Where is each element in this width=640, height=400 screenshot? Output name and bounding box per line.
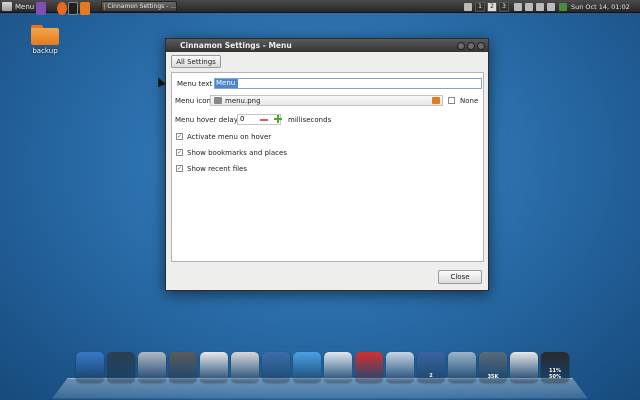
clock[interactable]: Sun Oct 14, 01:02 [571,0,630,13]
network-icon[interactable] [386,352,414,382]
settings-window-icon [104,3,106,10]
preview-icon[interactable] [262,352,290,382]
menu-label: Menu [15,2,35,11]
taskbar-window-button[interactable]: Cinnamon Settings - ... [101,1,177,12]
files-icon[interactable] [80,1,90,15]
workspace-label: 1 [478,3,482,10]
show-bookmarks-checkbox[interactable]: ✓ [176,149,183,156]
hover-delay-unit: milliseconds [288,116,332,124]
network-tray-icon[interactable] [525,2,533,11]
activate-on-hover-label: Activate menu on hover [187,133,272,141]
workspace-badge: 2 [429,373,433,379]
workspace-2[interactable]: 2 [487,1,497,12]
text-editor-icon[interactable] [200,352,228,382]
maximize-icon[interactable] [467,42,475,50]
menu-icon [2,2,12,11]
workspace-1[interactable]: 1 [475,1,485,12]
safari-icon[interactable] [293,352,321,382]
keyboard-icon[interactable] [514,2,522,11]
menu-icon-chooser[interactable]: menu.png [210,95,443,106]
workspace-label: 3 [502,3,506,10]
menu-button[interactable]: Menu [2,0,34,13]
dock: 2 35K 11% 50% [76,352,586,386]
workspace-switcher-icon[interactable]: 2 [417,352,445,382]
image-file-icon [214,97,222,104]
settings-panel: Menu text Menu Menu icon menu.png None M… [171,72,484,262]
launcher-app-icon[interactable] [36,1,46,15]
firefox-icon[interactable] [57,1,67,15]
mouse-cursor [154,75,166,88]
settings-dialog: Cinnamon Settings - Menu All Settings Me… [165,38,489,291]
time-machine-icon[interactable] [107,352,135,382]
battery-level-label: 50% [549,374,561,380]
trash-size-label: 35K [487,374,499,380]
screen-sharing-icon[interactable] [324,352,352,382]
user-icon[interactable] [559,2,567,11]
dashboard-icon[interactable] [448,352,476,382]
mail-icon[interactable] [138,352,166,382]
menu-icon-value: menu.png [225,96,261,105]
finder-icon[interactable] [76,352,104,382]
utilities-icon[interactable] [355,352,383,382]
terminal-icon[interactable] [68,1,78,15]
taskbar-window-title: Cinnamon Settings - ... [107,3,176,10]
workspace-label: 2 [490,3,494,10]
show-recent-files-checkbox[interactable]: ✓ [176,165,183,172]
hover-delay-label: Menu hover delay [175,116,238,124]
minimize-icon[interactable] [457,42,465,50]
workspace-3[interactable]: 3 [499,1,509,12]
battery-icon[interactable]: 11% 50% [541,352,569,382]
show-bookmarks-label: Show bookmarks and places [187,149,287,157]
menu-text-input[interactable] [214,78,482,89]
dvd-player-icon[interactable] [231,352,259,382]
all-settings-button[interactable]: All Settings [171,55,221,68]
trash-icon[interactable]: 35K [479,352,507,382]
close-window-icon[interactable] [477,42,485,50]
notification-icon[interactable] [464,2,472,11]
removable-drive-icon[interactable] [510,352,538,382]
folder-browse-icon[interactable] [432,97,440,104]
menu-text-label: Menu text [177,80,213,88]
volume-icon[interactable] [536,2,544,11]
window-title: Cinnamon Settings - Menu [180,41,292,50]
activate-on-hover-checkbox[interactable]: ✓ [176,133,183,140]
window-titlebar[interactable]: Cinnamon Settings - Menu [166,39,488,52]
desktop-icon-label: backup [32,47,58,55]
close-button[interactable]: Close [438,270,482,284]
calculator-icon[interactable] [169,352,197,382]
none-label: None [460,97,479,105]
decrement-icon[interactable] [260,119,268,121]
show-recent-files-label: Show recent files [187,165,248,173]
increment-icon[interactable] [274,115,282,123]
top-panel: Menu Cinnamon Settings - ... 1 2 3 Sun O… [0,0,640,15]
bluetooth-icon[interactable] [547,2,555,11]
folder-icon [31,25,59,45]
none-checkbox[interactable] [448,97,455,104]
desktop-icon-backup[interactable]: backup [27,25,63,55]
menu-icon-label: Menu icon [175,97,211,105]
